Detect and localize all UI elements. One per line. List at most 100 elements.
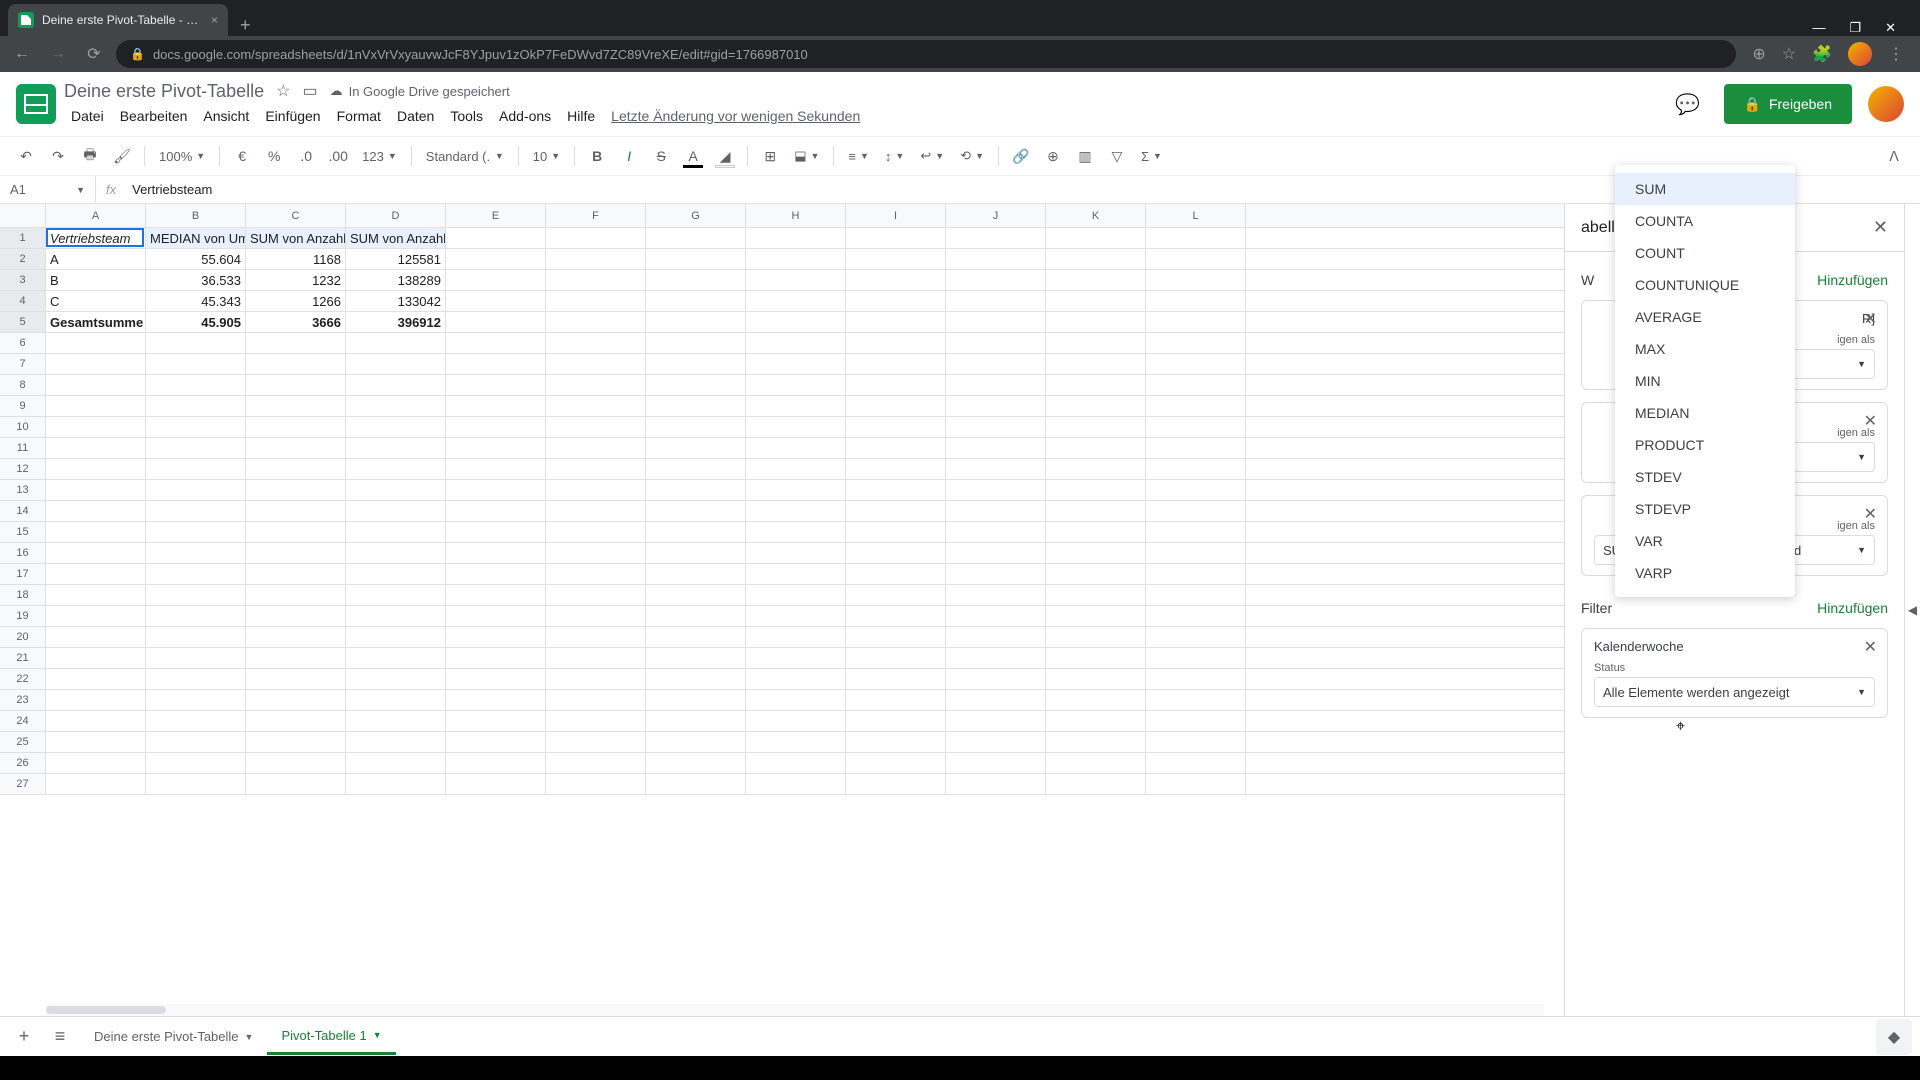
- cell[interactable]: [946, 564, 1046, 584]
- cell[interactable]: [346, 753, 446, 773]
- cell[interactable]: [446, 606, 546, 626]
- cell[interactable]: [946, 501, 1046, 521]
- cell[interactable]: [546, 606, 646, 626]
- add-value-button[interactable]: Hinzufügen: [1817, 272, 1888, 288]
- cell[interactable]: [946, 228, 1046, 248]
- sheets-logo-icon[interactable]: [16, 84, 56, 124]
- cell[interactable]: [746, 774, 846, 794]
- cell[interactable]: [646, 375, 746, 395]
- cell[interactable]: [346, 711, 446, 731]
- cell[interactable]: [1146, 396, 1246, 416]
- function-option-product[interactable]: PRODUCT: [1615, 429, 1795, 461]
- cell[interactable]: [846, 669, 946, 689]
- cell[interactable]: [1146, 648, 1246, 668]
- function-option-var[interactable]: VAR: [1615, 525, 1795, 557]
- cell[interactable]: C: [46, 291, 146, 311]
- cell[interactable]: 125581: [346, 249, 446, 269]
- cell[interactable]: [846, 312, 946, 332]
- row-header[interactable]: 3: [0, 270, 46, 290]
- cell[interactable]: [246, 333, 346, 353]
- font-size-select[interactable]: 10▼: [527, 149, 566, 164]
- cell[interactable]: [746, 333, 846, 353]
- cell[interactable]: [1146, 291, 1246, 311]
- menu-ansicht[interactable]: Ansicht: [196, 104, 256, 128]
- cell[interactable]: [946, 312, 1046, 332]
- cell[interactable]: [146, 669, 246, 689]
- row-header[interactable]: 1: [0, 228, 46, 248]
- cell[interactable]: [946, 396, 1046, 416]
- cell[interactable]: [1046, 312, 1146, 332]
- cell[interactable]: [946, 753, 1046, 773]
- cell[interactable]: Vertriebsteam: [46, 228, 146, 248]
- cell[interactable]: [646, 585, 746, 605]
- cell[interactable]: [1046, 249, 1146, 269]
- cell[interactable]: [746, 564, 846, 584]
- undo-icon[interactable]: ↶: [12, 142, 40, 170]
- row-header[interactable]: 6: [0, 333, 46, 353]
- cell[interactable]: [646, 627, 746, 647]
- cell[interactable]: [846, 606, 946, 626]
- cell[interactable]: [1046, 228, 1146, 248]
- cell[interactable]: [346, 543, 446, 563]
- rotate-button[interactable]: ⟲▼: [954, 148, 990, 164]
- menu-tools[interactable]: Tools: [443, 104, 490, 128]
- cell[interactable]: [746, 648, 846, 668]
- row-header[interactable]: 14: [0, 501, 46, 521]
- cell[interactable]: [46, 669, 146, 689]
- zoom-select[interactable]: 100%▼: [153, 149, 211, 164]
- cell[interactable]: [346, 354, 446, 374]
- cell[interactable]: [1046, 522, 1146, 542]
- cell[interactable]: [846, 249, 946, 269]
- cell[interactable]: [546, 270, 646, 290]
- cell[interactable]: 138289: [346, 270, 446, 290]
- function-option-stdevp[interactable]: STDEVP: [1615, 493, 1795, 525]
- cell[interactable]: [146, 711, 246, 731]
- column-header[interactable]: A: [46, 204, 146, 227]
- function-option-median[interactable]: MEDIAN: [1615, 397, 1795, 429]
- column-header[interactable]: K: [1046, 204, 1146, 227]
- cell[interactable]: [1146, 228, 1246, 248]
- print-icon[interactable]: 🖶: [76, 142, 104, 170]
- cell[interactable]: [546, 690, 646, 710]
- cell[interactable]: [846, 732, 946, 752]
- decrease-decimal-button[interactable]: .0: [292, 142, 320, 170]
- fill-color-button[interactable]: ◢: [711, 142, 739, 170]
- row-header[interactable]: 25: [0, 732, 46, 752]
- cell[interactable]: [46, 501, 146, 521]
- cell[interactable]: [846, 690, 946, 710]
- cell[interactable]: [646, 438, 746, 458]
- filter-status-select[interactable]: Alle Elemente werden angezeigt▼: [1594, 677, 1875, 707]
- cell[interactable]: [1146, 375, 1246, 395]
- cell[interactable]: [1046, 774, 1146, 794]
- cell[interactable]: [346, 501, 446, 521]
- italic-button[interactable]: I: [615, 142, 643, 170]
- row-header[interactable]: 5: [0, 312, 46, 332]
- cell[interactable]: [546, 354, 646, 374]
- cell[interactable]: [446, 648, 546, 668]
- cell[interactable]: [546, 375, 646, 395]
- cell[interactable]: [746, 543, 846, 563]
- cell[interactable]: [446, 732, 546, 752]
- cell[interactable]: [946, 522, 1046, 542]
- cell[interactable]: [1046, 354, 1146, 374]
- menu-hilfe[interactable]: Hilfe: [560, 104, 602, 128]
- cell[interactable]: [346, 375, 446, 395]
- cell[interactable]: [846, 375, 946, 395]
- row-header[interactable]: 7: [0, 354, 46, 374]
- select-all-corner[interactable]: [0, 204, 46, 227]
- cell[interactable]: 1232: [246, 270, 346, 290]
- cell[interactable]: [946, 291, 1046, 311]
- cell[interactable]: [346, 480, 446, 500]
- cell[interactable]: [46, 774, 146, 794]
- cell[interactable]: [846, 459, 946, 479]
- cell[interactable]: [546, 459, 646, 479]
- cell[interactable]: [646, 543, 746, 563]
- cell[interactable]: [46, 396, 146, 416]
- menu-icon[interactable]: ⋮: [1888, 44, 1904, 64]
- cell[interactable]: [346, 333, 446, 353]
- function-option-average[interactable]: AVERAGE: [1615, 301, 1795, 333]
- cell[interactable]: [246, 522, 346, 542]
- cell[interactable]: [646, 711, 746, 731]
- cell[interactable]: [646, 354, 746, 374]
- cell[interactable]: [746, 732, 846, 752]
